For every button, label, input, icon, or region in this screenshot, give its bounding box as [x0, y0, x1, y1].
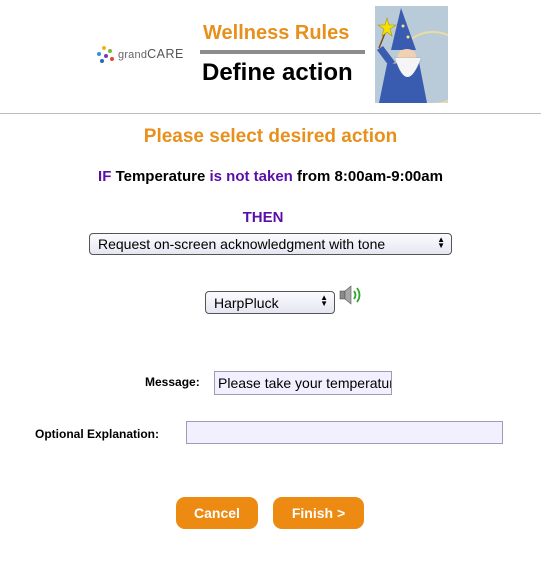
message-label: Message:	[145, 375, 200, 389]
cancel-button[interactable]: Cancel	[176, 497, 258, 529]
action-select-value: Request on-screen acknowledgment with to…	[98, 236, 386, 252]
then-label: THEN	[242, 209, 284, 226]
grandcare-logo: grandCARE	[96, 44, 194, 66]
header-divider	[0, 113, 541, 114]
rule-condition: IF Temperature is not taken from 8:00am-…	[0, 168, 541, 185]
speaker-icon[interactable]	[338, 283, 366, 307]
from-label: from	[297, 168, 331, 185]
if-label: IF	[98, 168, 112, 185]
message-field[interactable]: Please take your temperature	[214, 371, 392, 395]
select-arrows-icon: ▲ ▼	[320, 293, 328, 308]
logo-wordmark: grandCARE	[118, 47, 184, 61]
sound-select-value: HarpPluck	[214, 295, 279, 311]
explanation-field[interactable]	[186, 421, 503, 444]
page-title: Define action	[202, 59, 353, 86]
rule-item: Temperature	[115, 168, 206, 185]
rule-time-range: 8:00am-9:00am	[334, 168, 443, 185]
action-select[interactable]: Request on-screen acknowledgment with to…	[89, 233, 452, 255]
sound-select[interactable]: HarpPluck ▲ ▼	[205, 291, 335, 314]
finish-button[interactable]: Finish >	[273, 497, 364, 529]
app-title: Wellness Rules	[203, 22, 350, 44]
logo-dots-icon	[96, 46, 116, 64]
select-arrows-icon: ▲ ▼	[437, 235, 445, 250]
title-underline	[200, 50, 365, 54]
explanation-label: Optional Explanation:	[35, 427, 160, 441]
wizard-illustration	[375, 6, 448, 103]
rule-condition-text: is not taken	[209, 168, 293, 185]
section-heading: Please select desired action	[143, 126, 398, 147]
